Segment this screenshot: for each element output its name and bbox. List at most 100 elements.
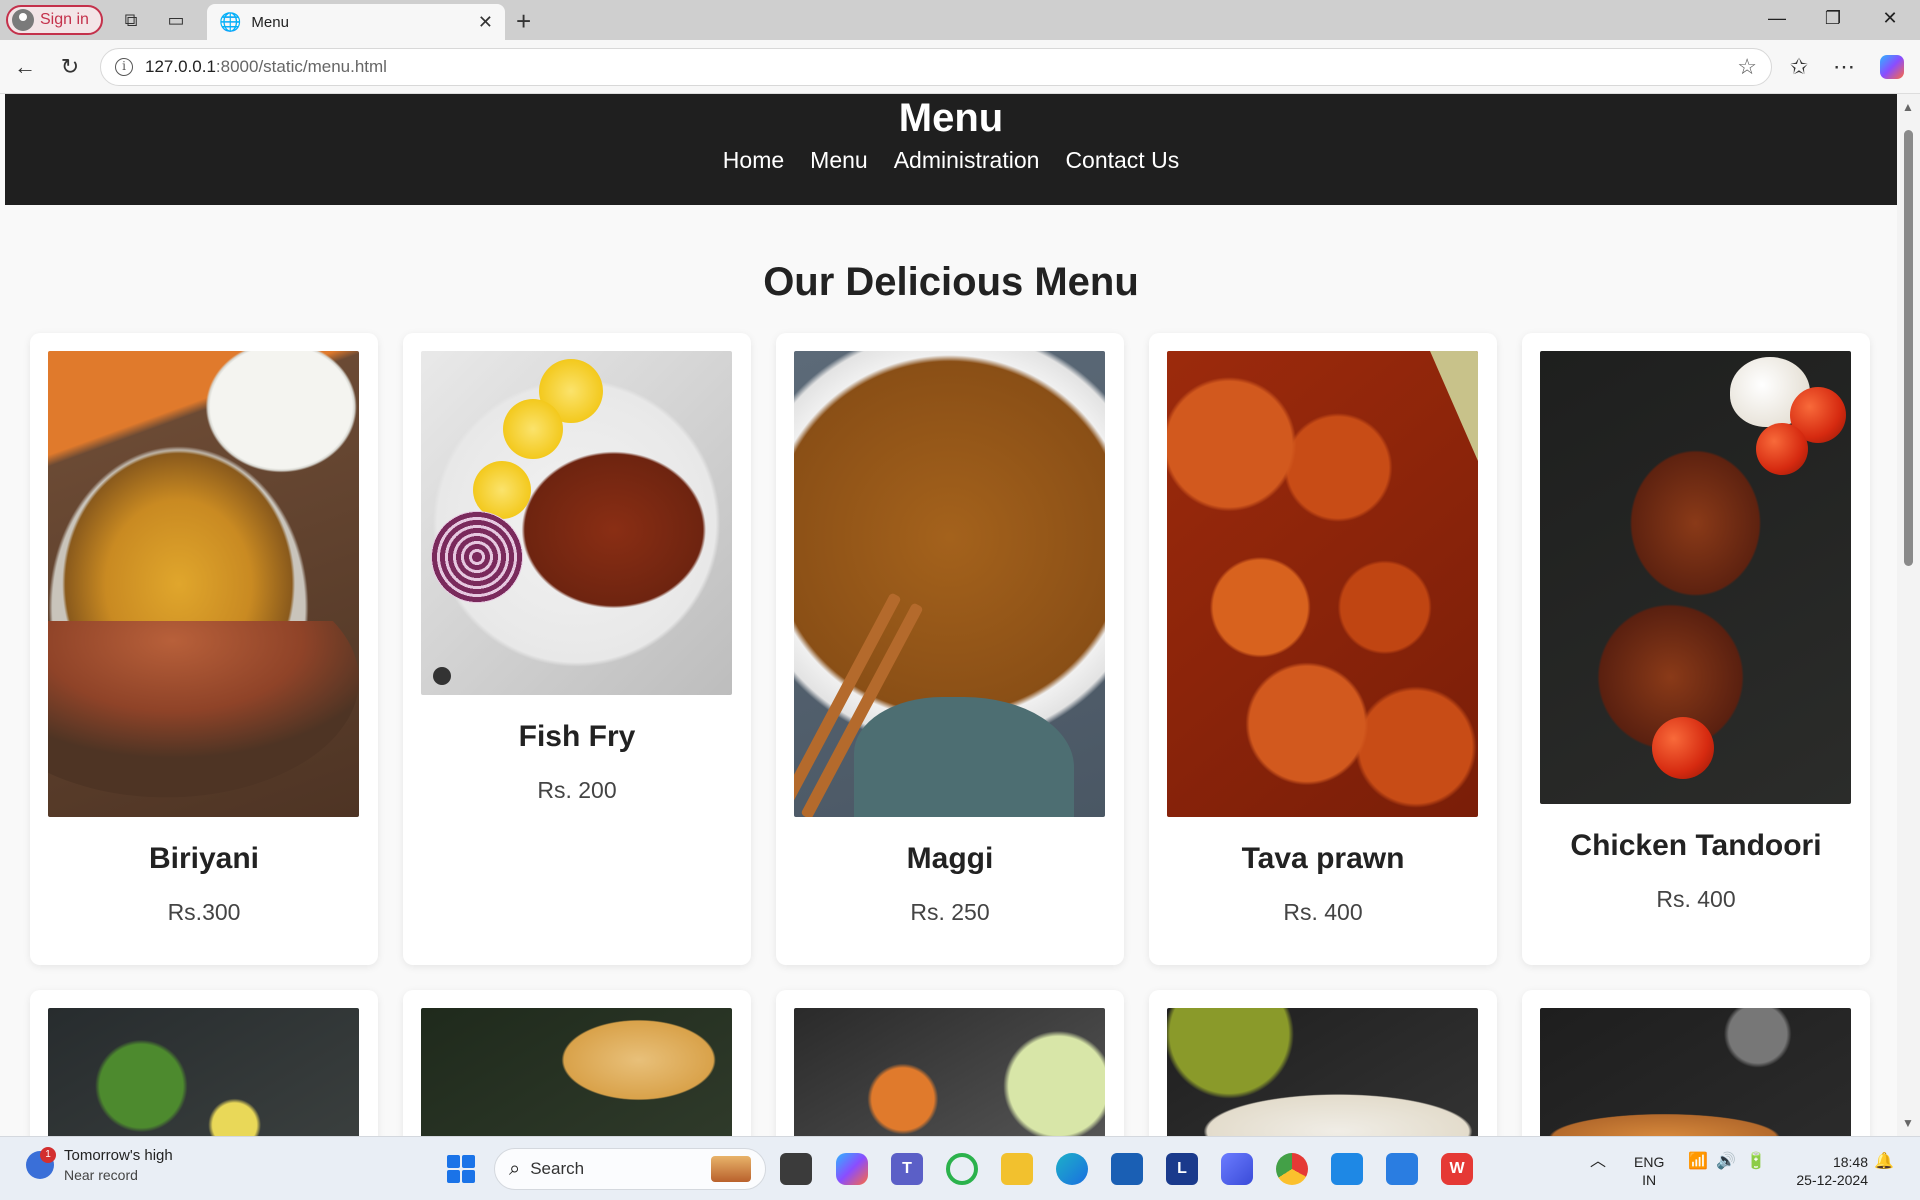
biriyani-photo bbox=[48, 351, 359, 817]
browser-toolbar: ← ↻ i 127.0.0.1:8000/static/menu.html ☆ … bbox=[0, 40, 1920, 94]
nav-menu-link[interactable]: Menu bbox=[810, 144, 868, 176]
tab-title: Menu bbox=[251, 13, 289, 31]
edge-icon[interactable] bbox=[1056, 1153, 1088, 1185]
site-title: Menu bbox=[898, 96, 1004, 140]
scroll-thumb[interactable] bbox=[1904, 130, 1913, 566]
menu-card: Chicken Tandoori Rs. 400 bbox=[1522, 333, 1870, 965]
nav-administration-link[interactable]: Administration bbox=[894, 144, 1040, 176]
nav-contact-link[interactable]: Contact Us bbox=[1065, 144, 1179, 176]
minimize-icon[interactable]: — bbox=[1762, 8, 1792, 29]
notification-bell-icon[interactable]: 🔔 bbox=[1874, 1153, 1894, 1171]
dish-price: Rs.300 bbox=[167, 899, 241, 925]
chrome-icon[interactable] bbox=[1276, 1153, 1308, 1185]
dish-name: Tava prawn bbox=[1241, 842, 1405, 875]
teams-icon[interactable]: T bbox=[891, 1153, 923, 1185]
site-info-icon[interactable]: i bbox=[115, 58, 133, 76]
dish-photo bbox=[794, 1008, 1105, 1136]
dish-name: Biriyani bbox=[148, 842, 260, 875]
weather-widget[interactable]: 1 Tomorrow's high Near record bbox=[26, 1147, 173, 1183]
maggi-photo bbox=[794, 351, 1105, 817]
site-header: Menu Home Menu Administration Contact Us bbox=[5, 94, 1897, 205]
dish-price: Rs. 250 bbox=[910, 899, 990, 925]
language-indicator[interactable]: ENG IN bbox=[1634, 1153, 1664, 1189]
scroll-down-icon[interactable]: ▼ bbox=[1902, 1116, 1914, 1130]
site-nav: Home Menu Administration Contact Us bbox=[5, 144, 1897, 176]
more-options-icon[interactable]: ⋯ bbox=[1829, 52, 1859, 82]
volume-icon[interactable]: 🔊 bbox=[1716, 1153, 1736, 1171]
menu-card bbox=[776, 990, 1124, 1136]
tab-actions-icon[interactable]: ▭ bbox=[164, 8, 188, 32]
tab-menu[interactable]: 🌐 Menu ✕ bbox=[207, 4, 505, 40]
globe-icon: 🌐 bbox=[219, 11, 242, 32]
fish-fry-photo bbox=[421, 351, 732, 695]
show-hidden-icons[interactable]: ︿ bbox=[1590, 1153, 1606, 1171]
photo-credit-icon bbox=[433, 667, 451, 685]
menu-card bbox=[30, 990, 378, 1136]
url-rest: :8000/static/menu.html bbox=[215, 57, 387, 76]
weather-title: Tomorrow's high bbox=[64, 1147, 173, 1164]
notepad-icon[interactable] bbox=[1386, 1153, 1418, 1185]
clock-time: 18:48 bbox=[1832, 1154, 1868, 1170]
copilot-app-icon[interactable] bbox=[836, 1153, 868, 1185]
task-view-icon[interactable] bbox=[780, 1153, 812, 1185]
close-tab-icon[interactable]: ✕ bbox=[478, 12, 493, 33]
page-viewport: Menu Home Menu Administration Contact Us… bbox=[5, 94, 1897, 1136]
battery-icon[interactable]: 🔋 bbox=[1746, 1153, 1766, 1171]
refresh-app-icon[interactable] bbox=[946, 1153, 978, 1185]
clock-date: 25-12-2024 bbox=[1796, 1172, 1868, 1188]
language-code: ENG bbox=[1634, 1154, 1665, 1170]
favorites-icon[interactable]: ✩ bbox=[1784, 52, 1814, 82]
search-icon: ⌕ bbox=[509, 1157, 521, 1180]
dish-photo bbox=[1540, 1008, 1851, 1136]
menu-card: Maggi Rs. 250 bbox=[776, 333, 1124, 965]
close-window-icon[interactable]: ✕ bbox=[1875, 8, 1905, 29]
dish-photo bbox=[48, 1008, 359, 1136]
file-explorer-icon[interactable] bbox=[1001, 1153, 1033, 1185]
dish-price: Rs. 200 bbox=[537, 777, 617, 803]
taskbar-search[interactable]: ⌕ Search bbox=[494, 1148, 766, 1190]
dish-price: Rs. 400 bbox=[1283, 899, 1363, 925]
new-tab-icon[interactable]: + bbox=[516, 6, 531, 37]
menu-card bbox=[1522, 990, 1870, 1136]
menu-grid: Biriyani Rs.300 Fish Fry Rs. 200 Maggi R bbox=[30, 333, 1876, 1136]
reload-icon[interactable]: ↻ bbox=[55, 52, 85, 82]
menu-card: Fish Fry Rs. 200 bbox=[403, 333, 751, 965]
dish-photo bbox=[1167, 1008, 1478, 1136]
dish-name: Fish Fry bbox=[518, 720, 636, 753]
page-scrollbar[interactable]: ▲ ▼ bbox=[1897, 94, 1920, 1136]
address-bar[interactable]: i 127.0.0.1:8000/static/menu.html ☆ bbox=[100, 48, 1772, 86]
weather-icon: 1 bbox=[26, 1147, 56, 1179]
favorite-star-icon[interactable]: ☆ bbox=[1737, 54, 1757, 80]
back-icon[interactable]: ← bbox=[10, 52, 40, 82]
nav-home-link[interactable]: Home bbox=[723, 144, 784, 176]
dish-name: Maggi bbox=[906, 842, 994, 875]
dish-name: Chicken Tandoori bbox=[1570, 829, 1822, 862]
profile-icon bbox=[12, 9, 34, 31]
weather-badge: 1 bbox=[40, 1147, 56, 1163]
launcher-icon[interactable]: L bbox=[1166, 1153, 1198, 1185]
chicken-tandoori-photo bbox=[1540, 351, 1851, 804]
dish-photo bbox=[421, 1008, 732, 1136]
search-label: Search bbox=[530, 1159, 585, 1178]
vscode-icon[interactable] bbox=[1331, 1153, 1363, 1185]
start-button[interactable] bbox=[447, 1155, 475, 1183]
menu-heading: Our Delicious Menu bbox=[763, 260, 1139, 304]
workspaces-icon[interactable]: ⧉ bbox=[119, 8, 143, 32]
dish-price: Rs. 400 bbox=[1656, 886, 1736, 912]
store-icon[interactable] bbox=[1111, 1153, 1143, 1185]
search-highlight-icon bbox=[711, 1156, 751, 1182]
wifi-icon[interactable]: 📶 bbox=[1688, 1153, 1708, 1171]
menu-card: Tava prawn Rs. 400 bbox=[1149, 333, 1497, 965]
copilot-icon[interactable] bbox=[1877, 52, 1907, 82]
taskbar: 1 Tomorrow's high Near record ⌕ Search T… bbox=[0, 1136, 1920, 1200]
scroll-up-icon[interactable]: ▲ bbox=[1902, 100, 1914, 114]
azure-data-icon[interactable] bbox=[1221, 1153, 1253, 1185]
wps-office-icon[interactable]: W bbox=[1441, 1153, 1473, 1185]
sign-in-button[interactable]: Sign in bbox=[6, 5, 103, 35]
menu-card bbox=[1149, 990, 1497, 1136]
url-host: 127.0.0.1 bbox=[145, 57, 216, 76]
restore-icon[interactable]: ❐ bbox=[1818, 8, 1848, 29]
clock[interactable]: 18:48 25-12-2024 bbox=[1788, 1153, 1868, 1189]
region-code: IN bbox=[1642, 1172, 1657, 1188]
url-text: 127.0.0.1:8000/static/menu.html bbox=[145, 57, 1725, 77]
